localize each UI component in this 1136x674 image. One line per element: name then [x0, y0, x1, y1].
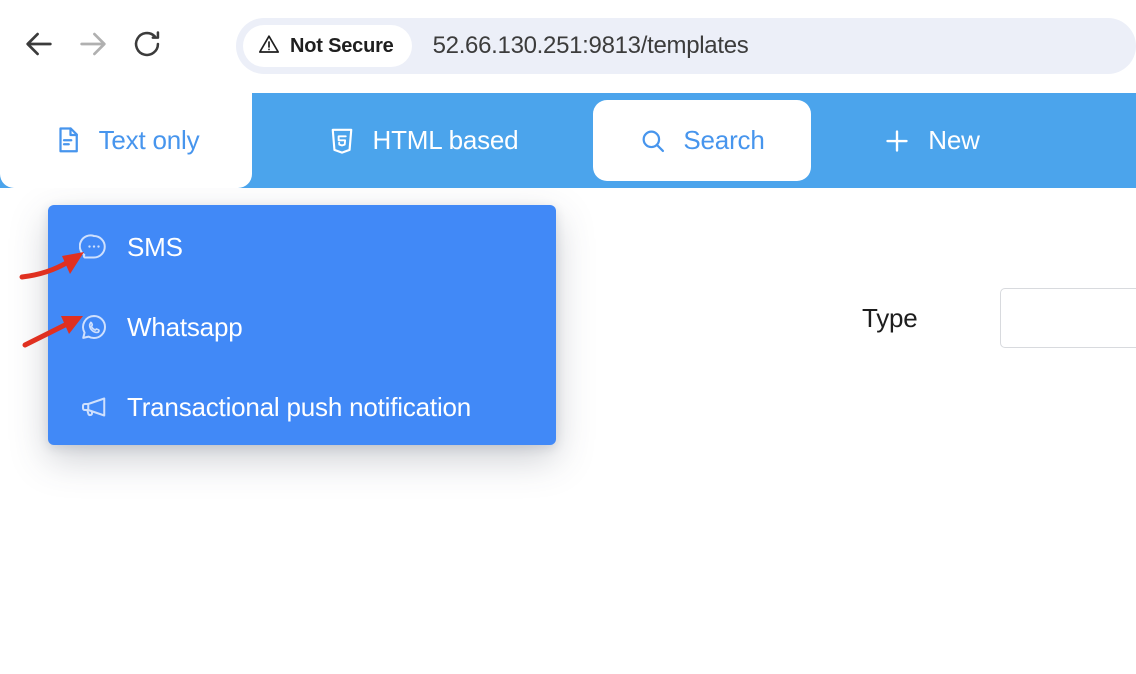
template-type-tabbar: Text only HTML based Search New: [0, 92, 1136, 188]
url-text: 52.66.130.251:9813/templates: [432, 32, 749, 59]
plus-icon: [882, 126, 912, 156]
menu-item-transactional-push-notification-label: Transactional push notification: [127, 391, 472, 422]
chat-bubble-dots-icon: [79, 232, 109, 262]
menu-item-sms[interactable]: SMS: [48, 207, 556, 287]
browser-toolbar: Not Secure 52.66.130.251:9813/templates: [0, 0, 1136, 92]
page-content: SMS Whatsapp Transactional push notifica…: [0, 188, 1136, 674]
search-icon: [639, 127, 667, 155]
menu-item-whatsapp[interactable]: Whatsapp: [48, 287, 556, 367]
back-button[interactable]: [16, 23, 62, 69]
warning-triangle-icon: [257, 32, 281, 61]
reload-icon: [131, 28, 163, 65]
tab-text-only-label: Text only: [98, 124, 200, 155]
security-badge-label: Not Secure: [290, 34, 394, 57]
type-field-row: Type: [862, 288, 1136, 348]
arrow-left-icon: [22, 27, 56, 66]
megaphone-icon: [79, 392, 109, 422]
tab-html-based[interactable]: HTML based: [252, 93, 593, 188]
arrow-right-icon: [76, 27, 110, 66]
tab-html-based-label: HTML based: [372, 125, 519, 155]
tab-text-only[interactable]: Text only: [0, 92, 252, 188]
security-badge[interactable]: Not Secure: [243, 25, 412, 67]
type-input[interactable]: [999, 288, 1136, 348]
tab-new[interactable]: New: [811, 93, 1051, 188]
document-text-icon: [53, 125, 83, 155]
menu-item-whatsapp-label: Whatsapp: [127, 311, 243, 342]
type-field-label: Type: [862, 302, 918, 333]
tab-search[interactable]: Search: [593, 100, 811, 181]
tab-search-label: Search: [683, 125, 765, 155]
reload-button[interactable]: [124, 23, 170, 69]
menu-item-transactional-push-notification[interactable]: Transactional push notification: [48, 367, 556, 447]
template-type-dropdown-menu: SMS Whatsapp Transactional push notifica…: [48, 205, 556, 445]
address-bar[interactable]: Not Secure 52.66.130.251:9813/templates: [236, 18, 1136, 74]
tab-new-label: New: [928, 125, 980, 155]
forward-button[interactable]: [70, 23, 116, 69]
whatsapp-icon: [79, 312, 109, 342]
html5-shield-icon: [327, 126, 357, 156]
menu-item-sms-label: SMS: [127, 231, 183, 262]
